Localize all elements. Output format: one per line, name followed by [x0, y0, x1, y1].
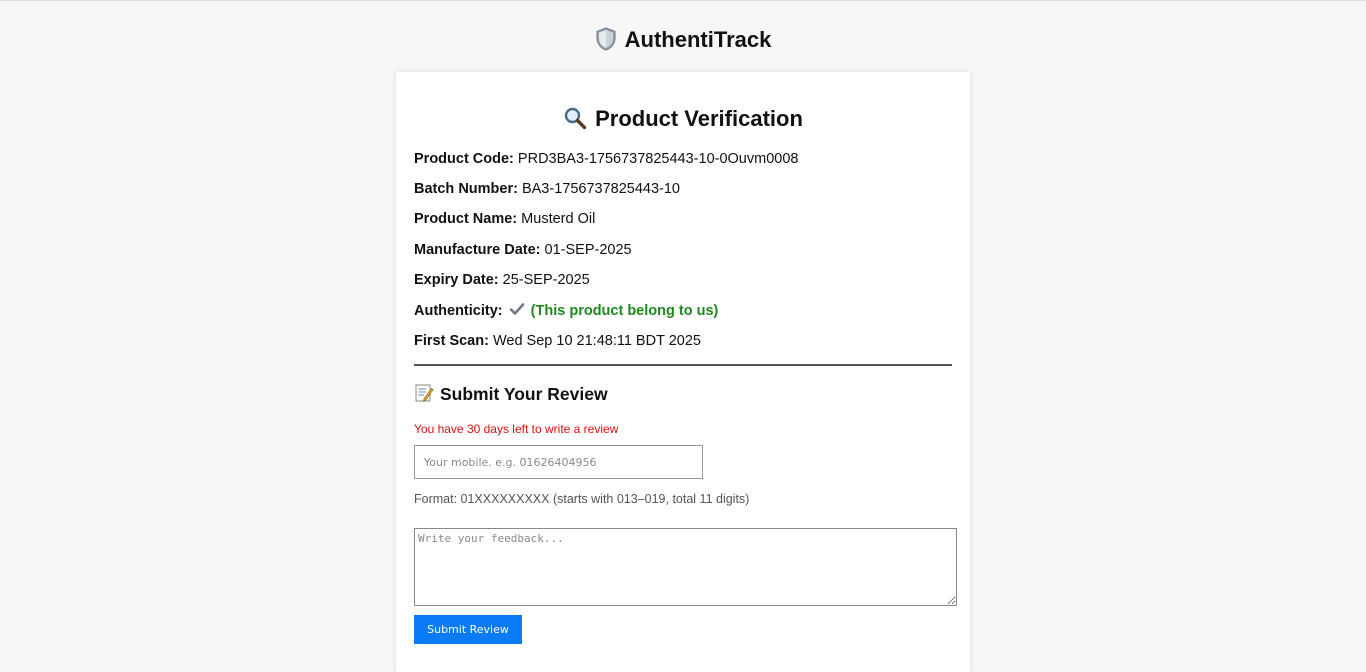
authenticity-label: Authenticity:: [414, 303, 503, 319]
memo-icon: [415, 384, 434, 402]
product-name-row: Product Name: Musterd Oil: [414, 209, 595, 229]
app-title: AuthentiTrack: [624, 27, 772, 52]
first-scan-value: Wed Sep 10 21:48:11 BDT 2025: [492, 333, 701, 349]
verification-title: Product Verification: [396, 104, 970, 134]
app-header: AuthentiTrack: [0, 24, 1366, 56]
expiry-date-label: Expiry Date:: [414, 272, 499, 288]
product-code-row: Product Code: PRD3BA3-1756737825443-10-0…: [414, 149, 798, 169]
product-code-label: Product Code:: [414, 151, 514, 167]
manufacture-date-row: Manufacture Date: 01-SEP-2025: [414, 240, 632, 260]
submit-review-button[interactable]: Submit Review: [414, 615, 522, 644]
shield-icon: [596, 27, 616, 51]
first-scan-label: First Scan:: [414, 333, 489, 349]
checkmark-icon: [509, 303, 524, 315]
first-scan-row: First Scan: Wed Sep 10 21:48:11 BDT 2025: [414, 331, 701, 351]
top-border: [0, 0, 1366, 1]
batch-number-row: Batch Number: BA3-1756737825443-10: [414, 179, 680, 199]
batch-number-label: Batch Number:: [414, 181, 518, 197]
product-code-value: PRD3BA3-1756737825443-10-0Ouvm0008: [517, 151, 799, 167]
expiry-date-row: Expiry Date: 25-SEP-2025: [414, 270, 590, 290]
mobile-format-hint: Format: 01XXXXXXXXX (starts with 013–019…: [414, 492, 750, 506]
magnifier-icon: [564, 107, 587, 130]
feedback-textarea[interactable]: [414, 528, 957, 606]
batch-number-value: BA3-1756737825443-10: [521, 181, 680, 197]
product-name-label: Product Name:: [414, 211, 518, 227]
section-divider: [414, 364, 952, 366]
verification-title-text: Product Verification: [595, 106, 803, 131]
review-title-text: Submit Your Review: [440, 384, 608, 404]
product-name-value: Musterd Oil: [521, 211, 596, 227]
mobile-input[interactable]: [414, 445, 703, 479]
verification-card: Product Verification Product Code: PRD3B…: [396, 72, 970, 672]
authenticity-value: (This product belong to us): [530, 303, 719, 319]
review-title: Submit Your Review: [414, 382, 608, 406]
days-left-notice: You have 30 days left to write a review: [414, 422, 619, 436]
manufacture-date-label: Manufacture Date:: [414, 242, 541, 258]
authenticity-row: Authenticity: (This product belong to us…: [414, 301, 718, 321]
manufacture-date-value: 01-SEP-2025: [544, 242, 632, 258]
expiry-date-value: 25-SEP-2025: [502, 272, 590, 288]
